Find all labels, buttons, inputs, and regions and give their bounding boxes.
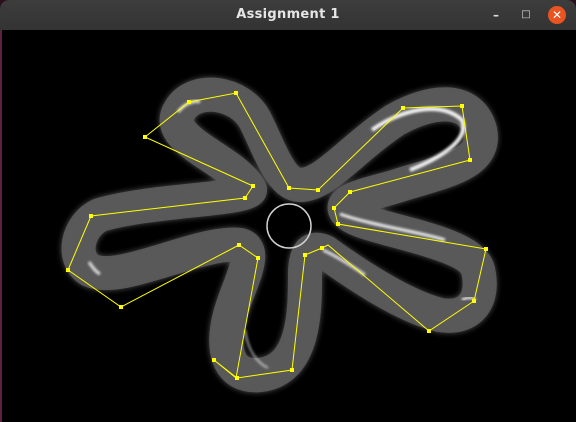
maximize-button[interactable]: □ (516, 5, 536, 25)
close-button[interactable]: ✕ (548, 6, 566, 24)
flower-tube (79, 95, 481, 376)
scene-svg (0, 30, 576, 422)
center-circle (266, 203, 312, 249)
window-edge (0, 30, 2, 422)
render-canvas[interactable] (0, 30, 576, 422)
title-bar[interactable]: Assignment 1 – □ ✕ (0, 0, 576, 30)
minimize-button[interactable]: – (486, 5, 506, 25)
application-window: Assignment 1 – □ ✕ (0, 0, 576, 422)
